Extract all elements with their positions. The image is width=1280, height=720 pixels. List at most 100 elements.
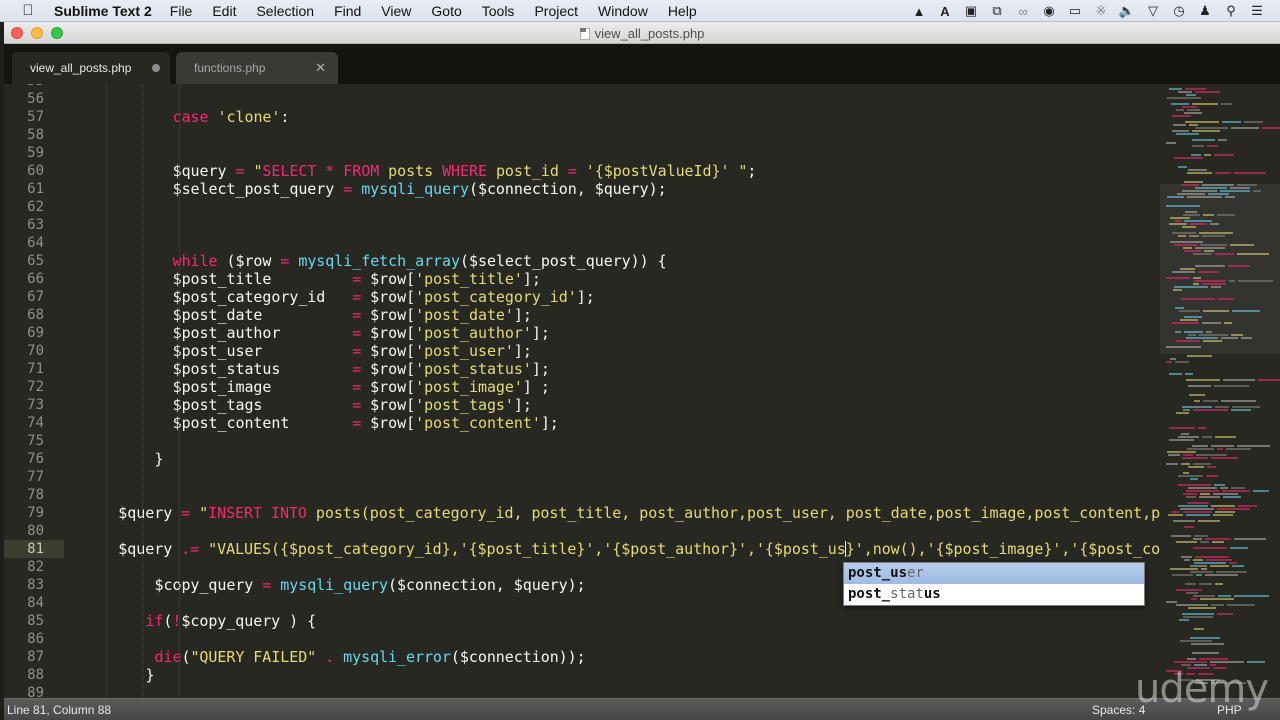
code-token: ]; (531, 360, 550, 378)
minimap-line (1232, 310, 1260, 312)
minimap-line (1206, 475, 1218, 477)
volume-icon[interactable]: 🔈 (1114, 3, 1140, 19)
code-line[interactable]: $post_title = $row['post_title']; (173, 270, 541, 288)
code-line[interactable]: if(!$copy_query ) { (145, 612, 316, 630)
code-line[interactable]: $post_image = $row['post_image'] ; (173, 378, 550, 396)
menu-help[interactable]: Help (668, 3, 697, 19)
minimap-line (1223, 496, 1241, 498)
minimap-line (1176, 109, 1184, 111)
code-line[interactable]: $query .= "VALUES({$post_category_id},'{… (118, 540, 1160, 558)
code-line[interactable]: while ($row = mysqli_fetch_array($select… (173, 252, 667, 270)
code-line[interactable]: die("QUERY FAILED" . mysqli_error($conne… (155, 648, 586, 666)
creative-cloud-icon[interactable]: ∞ (1010, 4, 1036, 19)
code-token: = (352, 324, 362, 342)
code-line[interactable]: $query = "INSERT INTO posts(post_categor… (118, 504, 1160, 522)
close-tab-icon[interactable]: ✕ (315, 60, 326, 76)
line-number: 67 (27, 289, 44, 305)
user-icon[interactable]: ♟ (1192, 3, 1218, 19)
minimap-line (1194, 280, 1226, 282)
minimap-line (1187, 109, 1200, 111)
code-token: = (352, 342, 362, 360)
minimap-line (1186, 592, 1198, 594)
apple-menu-icon[interactable]:  (20, 2, 36, 19)
code-line[interactable]: $post_author = $row['post_author']; (173, 324, 550, 342)
code-token: $post_date (172, 306, 353, 324)
minimap-line (1183, 472, 1189, 474)
minimap-line (1176, 604, 1208, 606)
minimap-line (1170, 217, 1190, 219)
line-number: 80 (27, 523, 44, 539)
airplay-icon[interactable]: ▭ (1062, 3, 1088, 19)
code-line[interactable]: $select_post_query = mysqli_query($conne… (173, 180, 667, 198)
minimap-line (1186, 94, 1196, 96)
code-line[interactable]: $post_date = $row['post_date']; (173, 306, 532, 324)
menu-window[interactable]: Window (598, 3, 648, 19)
code-token: : (280, 108, 290, 126)
minimap-line (1188, 607, 1216, 609)
code-line[interactable]: $post_tags = $row['post_tags']; (173, 396, 532, 414)
menu-selection[interactable]: Selection (256, 3, 314, 19)
minimap-line (1195, 127, 1228, 129)
code-line[interactable]: $copy_query = mysqli_query($connection, … (155, 576, 586, 594)
autocomplete-item-post-status[interactable]: post_status (844, 584, 1144, 605)
spotlight-icon[interactable]: ⚲ (1218, 3, 1244, 19)
minimap-line (1214, 154, 1234, 156)
minimap-line (1190, 223, 1207, 225)
bluetooth-icon[interactable]: ※ (1088, 3, 1114, 19)
menu-goto[interactable]: Goto (431, 3, 461, 19)
menu-find[interactable]: Find (334, 3, 361, 19)
minimap-line (1185, 121, 1219, 123)
line-number: 72 (27, 379, 44, 395)
minimap-line (1231, 487, 1245, 489)
code-line[interactable]: $post_status = $row['post_status']; (173, 360, 550, 378)
status-bar: Line 81, Column 88 Spaces: 4 PHP (4, 698, 1280, 720)
wifi-icon[interactable]: ▽ (1140, 3, 1166, 19)
minimap-line (1206, 331, 1212, 333)
app-menu[interactable]: Sublime Text 2 (54, 3, 152, 19)
minimap-viewport[interactable] (1160, 184, 1280, 354)
minimap-line (1182, 457, 1208, 459)
line-number: 64 (27, 235, 44, 251)
menu-project[interactable]: Project (534, 3, 578, 19)
code-token: $post_author (172, 324, 353, 342)
code-line[interactable]: case 'clone': (173, 108, 290, 126)
google-drive-icon[interactable]: ▲ (906, 4, 932, 19)
tab-view-all-posts[interactable]: view_all_posts.php (12, 52, 170, 84)
minimap-line (1173, 124, 1186, 126)
line-number: 62 (27, 199, 44, 215)
minimap-line (1211, 604, 1224, 606)
screen-capture-icon[interactable]: ▣ (958, 3, 984, 19)
notification-center-icon[interactable]: ☰ (1244, 3, 1270, 19)
minimap-line (1166, 601, 1177, 603)
minimap-line (1173, 289, 1182, 291)
code-line[interactable]: $query = "SELECT * FROM posts WHERE post… (173, 162, 757, 180)
code-line[interactable]: $post_category_id = $row['post_category_… (173, 288, 595, 306)
code-line[interactable]: $post_user = $row['post_user']; (173, 342, 532, 360)
minimap-line (1167, 97, 1201, 99)
code-line[interactable]: } (145, 666, 154, 684)
menu-file[interactable]: File (170, 3, 193, 19)
code-line[interactable]: $post_content = $row['post_content']; (173, 414, 559, 432)
line-number: 74 (27, 415, 44, 431)
minimap-line (1192, 652, 1219, 654)
minimap-line (1190, 571, 1213, 573)
menu-view[interactable]: View (381, 3, 411, 19)
clock-icon[interactable]: ◷ (1166, 3, 1192, 19)
code-token: $row[ (361, 288, 416, 306)
minimap-line (1212, 541, 1224, 543)
code-line[interactable]: } (155, 450, 164, 468)
minimap-line (1181, 463, 1190, 465)
menu-edit[interactable]: Edit (212, 3, 236, 19)
minimap-line (1174, 661, 1207, 663)
minimap-line (1244, 121, 1263, 123)
tab-functions[interactable]: functions.php ✕ (176, 52, 338, 84)
menu-tools[interactable]: Tools (482, 3, 515, 19)
minimap-line (1200, 493, 1210, 495)
record-icon[interactable]: ◉ (1036, 3, 1062, 19)
adobe-icon[interactable]: A (932, 4, 958, 19)
switch-icon[interactable]: ⧉ (984, 3, 1010, 19)
minimap-line (1200, 598, 1234, 600)
autocomplete-item-post-user[interactable]: post_user (844, 563, 1144, 584)
unsaved-dot-icon[interactable] (152, 64, 160, 72)
minimap[interactable] (1160, 84, 1280, 698)
